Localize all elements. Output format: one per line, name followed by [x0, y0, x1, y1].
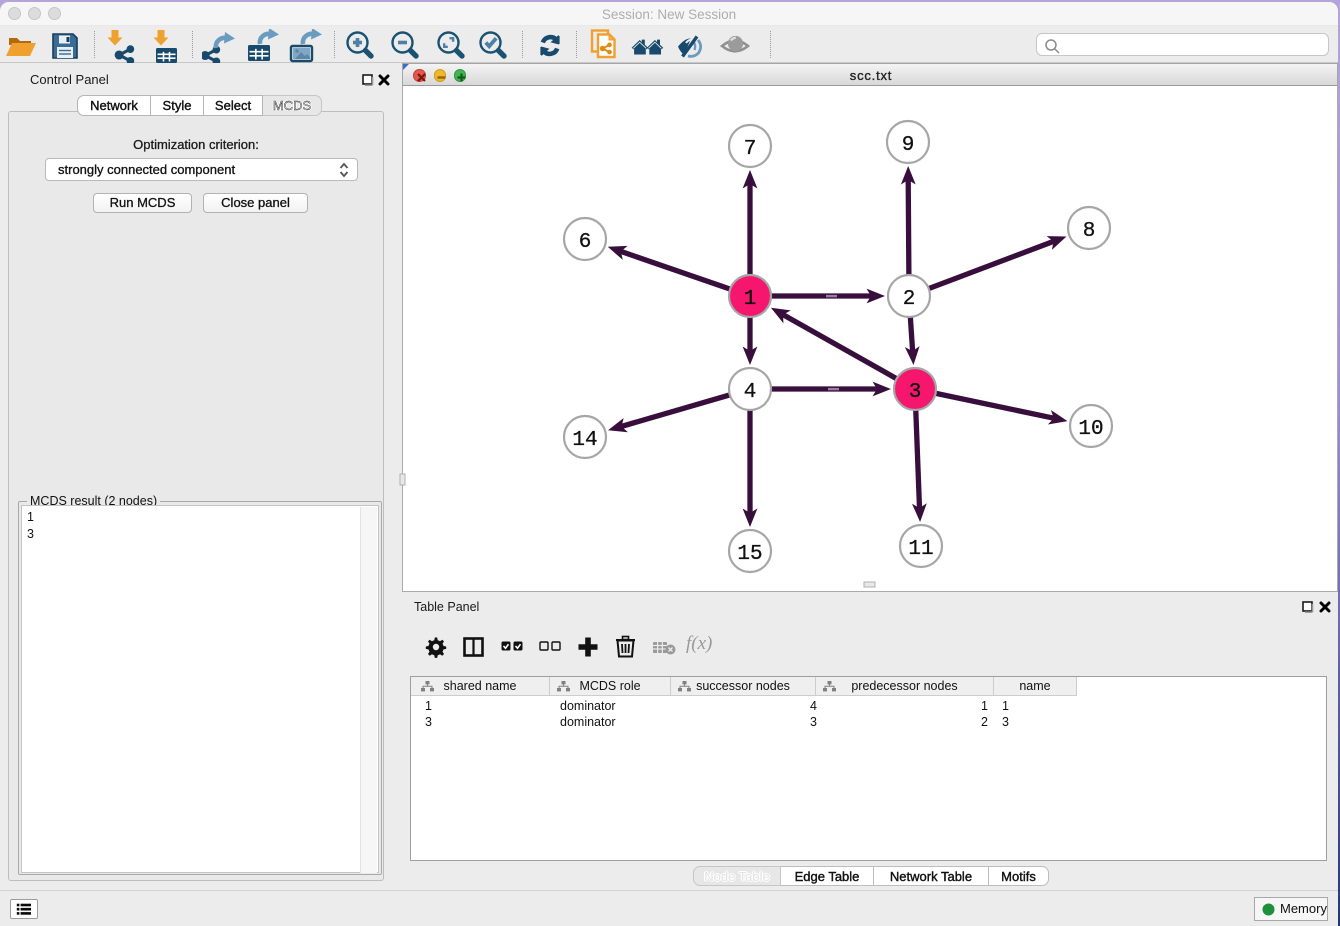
svg-text:2: 2 [903, 288, 916, 311]
svg-text:6: 6 [579, 231, 592, 254]
svg-text:8: 8 [1083, 220, 1096, 243]
svg-text:4: 4 [744, 381, 757, 404]
svg-text:9: 9 [902, 134, 915, 157]
svg-text:7: 7 [744, 138, 757, 161]
svg-text:1: 1 [744, 288, 757, 311]
svg-text:15: 15 [737, 543, 762, 566]
svg-text:14: 14 [572, 429, 597, 452]
svg-text:3: 3 [909, 381, 922, 404]
svg-text:10: 10 [1078, 418, 1103, 441]
svg-text:11: 11 [908, 538, 933, 561]
